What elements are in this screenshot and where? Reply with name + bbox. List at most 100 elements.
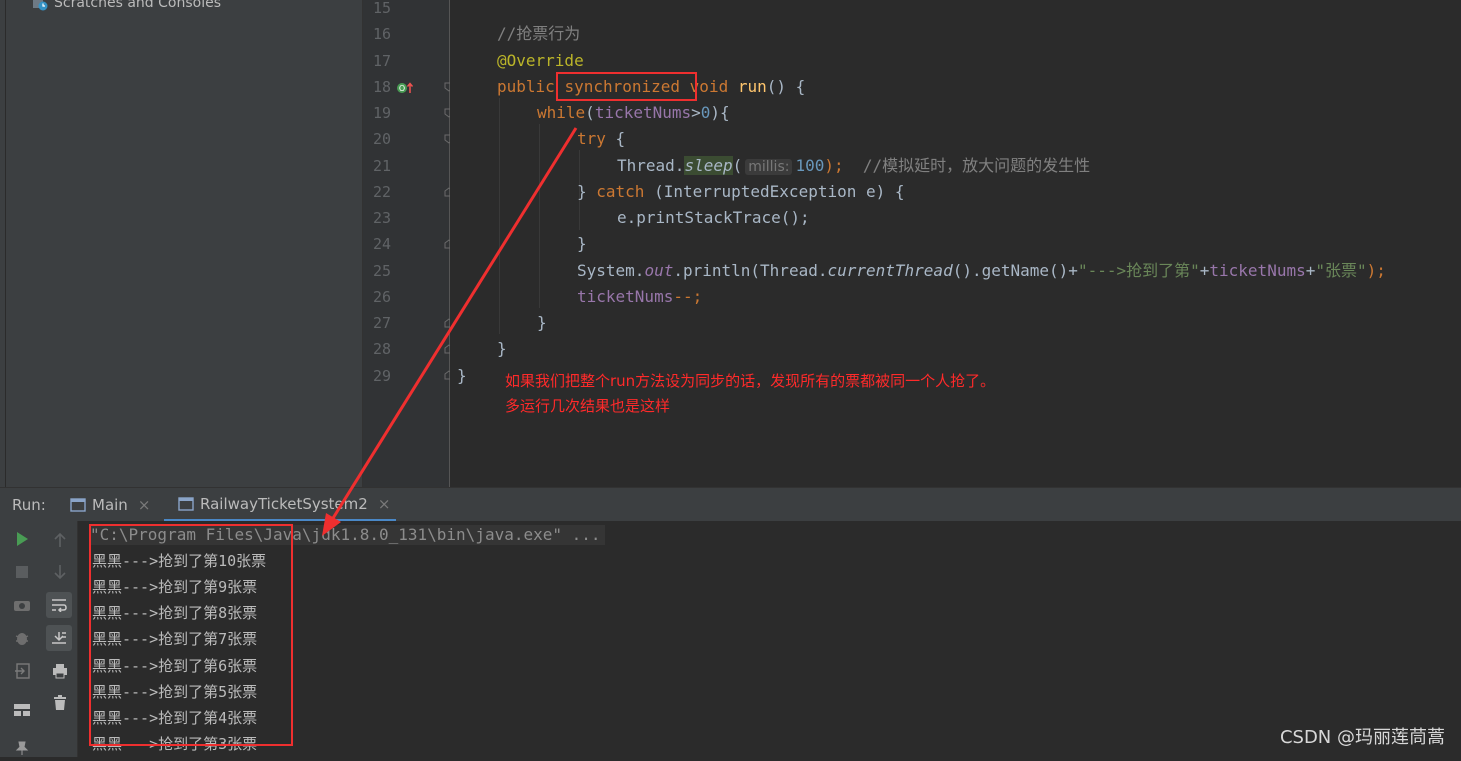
- punctuation: );: [824, 156, 844, 175]
- tab-railwayticketsystem2[interactable]: RailwayTicketSystem2 ×: [164, 488, 396, 522]
- call: ().getName()+: [952, 261, 1078, 280]
- rerun-button[interactable]: [9, 526, 35, 552]
- clear-all-button[interactable]: [47, 690, 73, 716]
- editor-gutter: 15 16 17 18 19 20 21 22 23 24 25 26 27 2…: [363, 0, 454, 487]
- close-icon[interactable]: ×: [378, 495, 391, 513]
- punctuation: () {: [766, 77, 806, 96]
- method-name: run: [737, 77, 767, 96]
- run-toolbar-right: [43, 521, 78, 757]
- comment: //模拟延时，放大问题的发生性: [862, 156, 1091, 175]
- arrow-down-icon: [54, 565, 66, 580]
- arrow-up-icon: [54, 532, 66, 547]
- method-sleep: sleep: [684, 156, 733, 175]
- bug-icon: [15, 633, 29, 645]
- code-line-28: }: [497, 339, 507, 359]
- stop-icon: [16, 566, 28, 578]
- string: "--->抢到了第": [1077, 261, 1200, 280]
- run-toolbar-left: [0, 521, 44, 757]
- punctuation: }: [497, 339, 507, 358]
- punctuation: }: [537, 313, 547, 332]
- scroll-down-button[interactable]: [47, 559, 73, 585]
- play-icon: [17, 532, 28, 546]
- scroll-to-end-icon: [52, 632, 66, 644]
- operator: --;: [673, 287, 703, 306]
- code-line-24: }: [577, 234, 587, 254]
- code-line-17: @Override: [497, 51, 584, 71]
- scratches-and-consoles-item[interactable]: Scratches and Consoles: [32, 0, 221, 12]
- project-panel: Scratches and Consoles: [0, 0, 363, 487]
- field: ticketNums: [594, 103, 692, 122]
- class-ref: Thread.: [617, 156, 685, 175]
- punctuation: );: [1366, 261, 1386, 280]
- comment: //抢票行为: [497, 24, 581, 43]
- exit-button[interactable]: [9, 658, 35, 684]
- code-line-27: }: [537, 313, 547, 333]
- line-number: 20: [372, 130, 391, 148]
- number: 100: [795, 156, 825, 175]
- tab-main[interactable]: Main ×: [70, 488, 150, 522]
- line-number: 19: [372, 104, 391, 122]
- annotation-note: 多运行几次结果也是这样: [505, 397, 671, 415]
- line-number: 27: [372, 314, 391, 332]
- tab-label: RailwayTicketSystem2: [200, 494, 368, 513]
- run-label: Run:: [12, 496, 46, 514]
- line-number: 26: [372, 288, 391, 306]
- layout-icon: [14, 704, 30, 716]
- pin-icon: [15, 741, 29, 755]
- field: ticketNums: [577, 287, 674, 306]
- layout-button[interactable]: [9, 697, 35, 723]
- tab-label: Main: [92, 496, 128, 514]
- code-line-21: Thread.sleep(millis: 100); //模拟延时，放大问题的发生…: [617, 156, 1090, 177]
- scroll-to-end-button[interactable]: [46, 625, 72, 651]
- annotation-note: 如果我们把整个run方法设为同步的话，发现所有的票都被同一个人抢了。: [505, 372, 996, 390]
- console-tab-icon: [178, 496, 194, 511]
- punctuation: ){: [710, 103, 730, 122]
- line-number: 22: [372, 183, 391, 201]
- line-number: 18: [372, 78, 391, 96]
- code-line-22: } catch (InterruptedException e) {: [577, 182, 905, 202]
- keyword: public: [497, 77, 555, 96]
- line-number: 29: [372, 367, 391, 385]
- statement: e.printStackTrace();: [617, 208, 810, 227]
- keyword: while: [537, 103, 586, 122]
- debug-button[interactable]: [9, 625, 35, 651]
- watermark: CSDN @玛丽莲茼蒿: [1279, 727, 1445, 748]
- keyword: catch: [596, 182, 645, 201]
- line-number: 23: [372, 209, 391, 227]
- field: ticketNums: [1209, 261, 1306, 280]
- punctuation: }: [577, 182, 597, 201]
- code-line-26: ticketNums--;: [577, 287, 702, 307]
- code-line-25: System.out.println(Thread.currentThread(…: [577, 261, 1386, 281]
- soft-wrap-button[interactable]: [46, 592, 72, 618]
- override-method-icon[interactable]: O: [396, 80, 414, 96]
- line-number: 28: [372, 340, 391, 358]
- stop-button[interactable]: [9, 559, 35, 585]
- line-number: 21: [372, 157, 391, 175]
- call: .println(Thread.: [673, 261, 828, 280]
- punctuation: (: [585, 103, 595, 122]
- indent-guide: [539, 124, 540, 308]
- dump-threads-button[interactable]: [9, 592, 35, 618]
- print-button[interactable]: [47, 658, 73, 684]
- trash-icon: [54, 695, 66, 710]
- scratches-label: Scratches and Consoles: [54, 0, 221, 11]
- static-field: out: [644, 261, 674, 280]
- line-number: 15: [372, 0, 391, 17]
- operator: +: [1305, 261, 1316, 280]
- pin-button[interactable]: [9, 735, 35, 761]
- line-number: 25: [372, 262, 391, 280]
- static-method: currentThread: [827, 261, 953, 280]
- code-line-20: try {: [577, 129, 625, 149]
- punctuation: {: [605, 129, 626, 148]
- close-icon[interactable]: ×: [138, 496, 151, 514]
- string: "张票": [1315, 261, 1367, 280]
- catch-params: (InterruptedException e) {: [644, 182, 905, 201]
- number: 0: [700, 103, 711, 122]
- soft-wrap-icon: [52, 599, 67, 612]
- left-tool-strip: [0, 0, 6, 487]
- exit-icon: [15, 663, 30, 679]
- indent-guide: [499, 98, 500, 334]
- scroll-up-button[interactable]: [47, 527, 73, 553]
- print-icon: [53, 664, 67, 679]
- keyword: try: [577, 129, 606, 148]
